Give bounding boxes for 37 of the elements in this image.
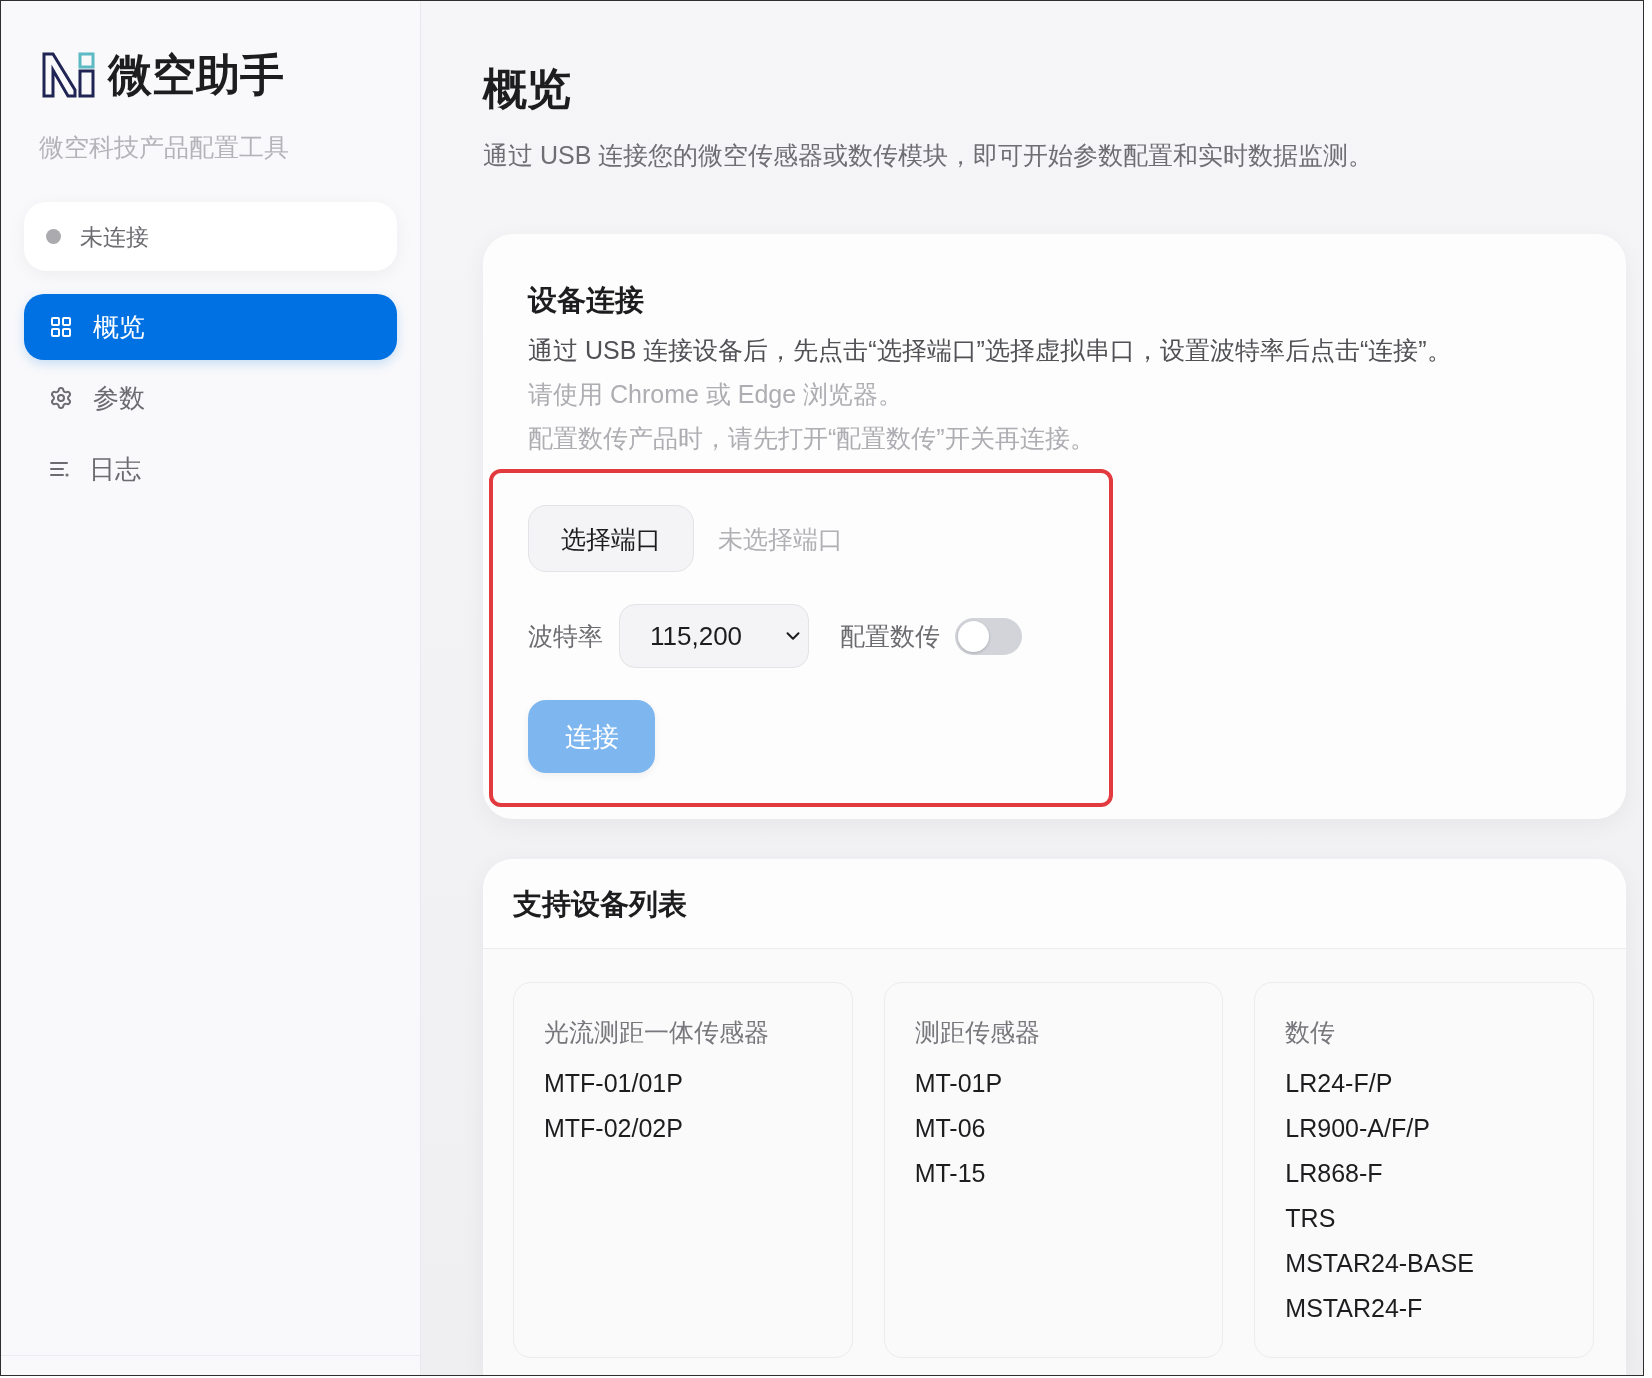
device-model: MT-06 bbox=[914, 1113, 986, 1144]
device-model: MTF-01/01P bbox=[544, 1068, 683, 1099]
port-status: 未选择端口 bbox=[718, 523, 843, 555]
baud-rate-select[interactable]: 115,200 bbox=[619, 604, 809, 668]
device-model: MSTAR24-BASE bbox=[1285, 1248, 1474, 1279]
device-model: MT-01P bbox=[914, 1068, 1003, 1099]
grid-icon bbox=[49, 315, 73, 339]
device-model: TRS bbox=[1285, 1203, 1336, 1234]
telemetry-switch[interactable] bbox=[955, 617, 1022, 655]
device-model: MTF-02/02P bbox=[544, 1113, 683, 1144]
device-group-title: 数传 bbox=[1285, 1017, 1336, 1048]
app-title: 微空助手 bbox=[108, 50, 284, 100]
nav-item[interactable]: 参数 bbox=[24, 365, 397, 431]
instruction-text: 配置数传产品时，请先打开“配置数传”开关再连接。 bbox=[528, 423, 1095, 454]
telemetry-label: 配置数传 bbox=[840, 621, 940, 652]
baud-rate-label: 波特率 bbox=[528, 621, 603, 652]
card-title: 设备连接 bbox=[528, 283, 644, 318]
device-model: LR868-F bbox=[1285, 1158, 1383, 1189]
nav-item[interactable]: 概览 bbox=[24, 294, 397, 360]
app-subtitle: 微空科技产品配置工具 bbox=[38, 132, 289, 163]
device-model: LR24-F/P bbox=[1285, 1068, 1393, 1099]
device-group-title: 测距传感器 bbox=[914, 1017, 1040, 1048]
select-port-button[interactable]: 选择端口 bbox=[528, 505, 694, 572]
instruction-text: 请使用 Chrome 或 Edge 浏览器。 bbox=[528, 379, 904, 410]
list-icon bbox=[49, 460, 69, 478]
device-model: MT-15 bbox=[914, 1158, 986, 1189]
page-title: 概览 bbox=[483, 63, 571, 115]
device-model: MSTAR24-F bbox=[1285, 1293, 1423, 1324]
page-description: 通过 USB 连接您的微空传感器或数传模块，即可开始参数配置和实时数据监测。 bbox=[483, 140, 1374, 171]
device-model: LR900-A/F/P bbox=[1285, 1113, 1430, 1144]
device-group-title: 光流测距一体传感器 bbox=[544, 1017, 769, 1048]
logo-icon bbox=[42, 52, 95, 98]
instruction-text: 通过 USB 连接设备后，先点击“选择端口”选择虚拟串口，设置波特率后点击“连接”。 bbox=[528, 335, 1452, 366]
connection-status: 未连接 bbox=[80, 222, 149, 252]
nav-item[interactable]: 日志 bbox=[24, 436, 397, 502]
card-title: 支持设备列表 bbox=[513, 886, 687, 922]
gear-icon bbox=[49, 386, 73, 410]
